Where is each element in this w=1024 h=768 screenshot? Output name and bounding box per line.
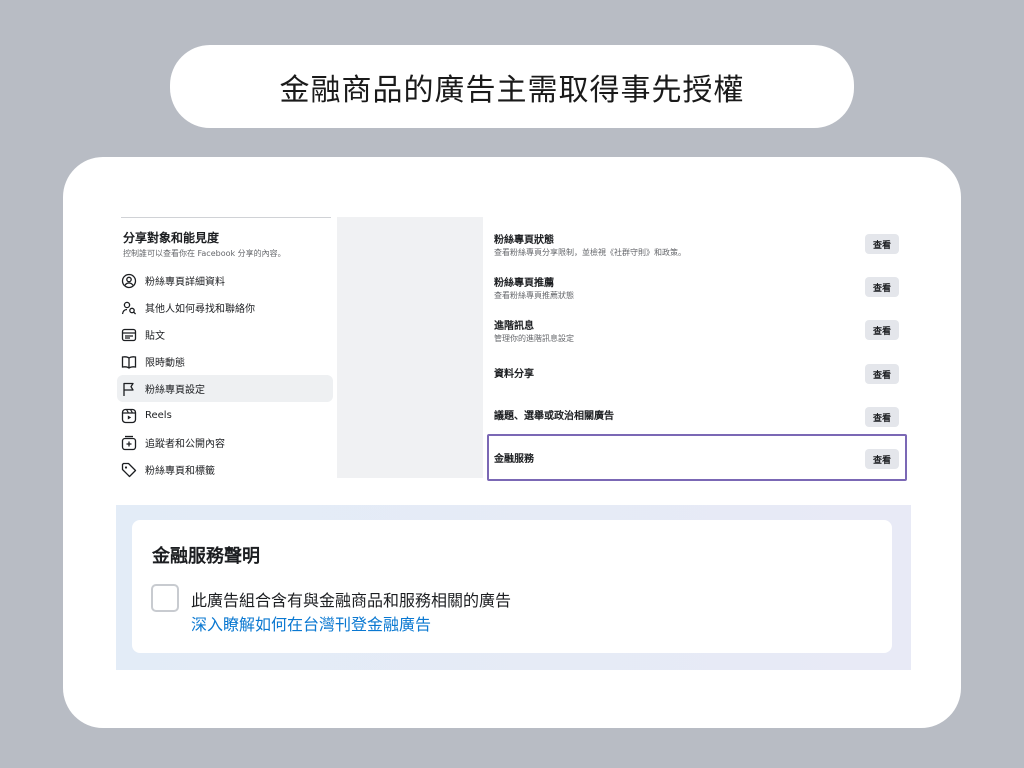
divider [121,217,331,218]
highlight-box [487,434,907,481]
menu-item-label: 貼文 [145,331,165,342]
menu-item-followers[interactable]: 追蹤者和公開內容 [117,429,333,456]
menu-item-stories[interactable]: 限時動態 [117,348,333,375]
page-title: 金融商品的廣告主需取得事先授權 [279,72,745,108]
financial-ads-checkbox[interactable] [151,584,179,612]
menu-item-label: 限時動態 [145,358,185,369]
menu-item-label: 粉絲專頁詳細資料 [145,277,225,288]
menu-item-page-settings[interactable]: 粉絲專頁設定 [117,375,333,402]
view-button[interactable]: 查看 [865,277,899,297]
settings-menu: 分享對象和能見度 控制誰可以查看你在 Facebook 分享的內容。 粉絲專頁詳… [117,217,333,483]
view-button[interactable]: 查看 [865,234,899,254]
menu-item-label: 其他人如何尋找和聯絡你 [145,304,255,315]
followers-icon [121,435,137,451]
person-search-icon [121,300,137,316]
setting-description: 管理你的進階訊息設定 [494,334,574,343]
setting-description: 查看粉絲專頁推薦狀態 [494,291,574,300]
menu-item-tags[interactable]: 粉絲專頁和標籤 [117,456,333,483]
menu-subtitle: 控制誰可以查看你在 Facebook 分享的內容。 [123,249,286,258]
reels-icon [121,408,137,424]
setting-label: 粉絲專頁推薦 [494,278,554,289]
setting-row-page-recommendation: 粉絲專頁推薦 查看粉絲專頁推薦狀態 查看 [486,272,907,308]
financial-checkbox-label: 此廣告組合含有與金融商品和服務相關的廣告 [191,591,512,610]
setting-row-political-ads: 議題、選舉或政治相關廣告 查看 [486,404,907,430]
setting-description: 查看粉絲專頁分享限制，並檢視《社群守則》和政策。 [494,248,686,257]
setting-label: 資料分享 [494,369,534,380]
setting-label: 進階訊息 [494,321,534,332]
setting-row-page-status: 粉絲專頁狀態 查看粉絲專頁分享限制，並檢視《社群守則》和政策。 查看 [486,229,907,265]
menu-item-label: 粉絲專頁和標籤 [145,466,215,477]
menu-item-label: 追蹤者和公開內容 [145,439,225,450]
view-button[interactable]: 查看 [865,320,899,340]
book-icon [121,354,137,370]
heading-banner: 金融商品的廣告主需取得事先授權 [170,45,854,128]
menu-item-reels[interactable]: Reels [117,402,333,429]
menu-item-label: Reels [145,410,172,421]
blank-pane [337,217,483,478]
menu-item-page-details[interactable]: 粉絲專頁詳細資料 [117,267,333,294]
setting-label: 粉絲專頁狀態 [494,235,554,246]
setting-row-advanced-messaging: 進階訊息 管理你的進階訊息設定 查看 [486,315,907,351]
financial-declaration-title: 金融服務聲明 [152,546,260,567]
menu-item-find-contact[interactable]: 其他人如何尋找和聯絡你 [117,294,333,321]
menu-item-label: 粉絲專頁設定 [145,385,205,396]
setting-label: 議題、選舉或政治相關廣告 [494,411,614,422]
tag-icon [121,462,137,478]
view-button[interactable]: 查看 [865,407,899,427]
person-circle-icon [121,273,137,289]
flag-icon [121,381,137,397]
menu-title: 分享對象和能見度 [123,231,220,245]
learn-more-link[interactable]: 深入瞭解如何在台灣刊登金融廣告 [191,611,431,635]
post-icon [121,327,137,343]
menu-item-posts[interactable]: 貼文 [117,321,333,348]
view-button[interactable]: 查看 [865,364,899,384]
setting-row-data-sharing: 資料分享 查看 [486,362,907,388]
